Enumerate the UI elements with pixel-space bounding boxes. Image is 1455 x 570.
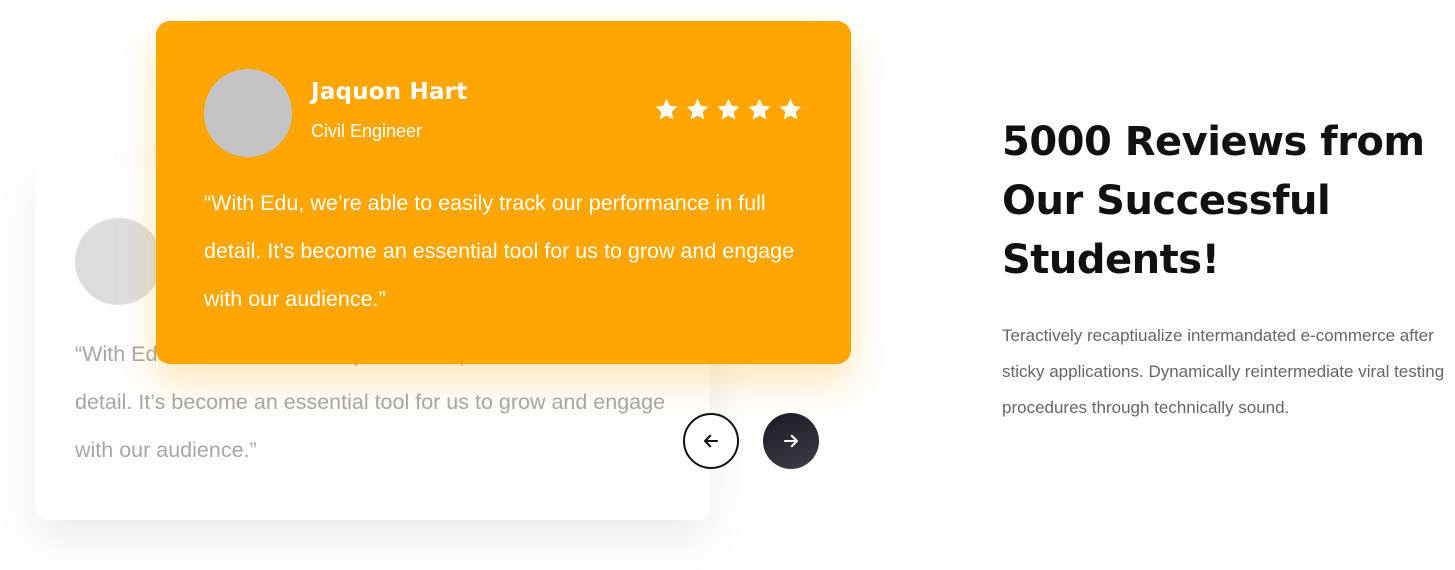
- reviewer-name: Jaquon Hart: [311, 79, 468, 105]
- star-icon: [779, 98, 802, 120]
- star-icon: [686, 98, 709, 120]
- testimonial-quote: “With Edu, we’re able to easily track ou…: [204, 191, 795, 311]
- reviewer-role: Civil Engineer: [311, 121, 423, 141]
- arrow-left-icon: [703, 434, 719, 448]
- star-rating: [654, 97, 803, 122]
- star-icon: [655, 98, 678, 120]
- prev-button[interactable]: [683, 413, 739, 469]
- section-description: Teractively recaptiualize intermandated …: [1002, 326, 1445, 417]
- star-icon: [717, 98, 740, 120]
- star-icon: [748, 98, 771, 120]
- avatar: [204, 69, 292, 157]
- testimonial-card-active: Jaquon Hart Civil Engineer “With Edu, we…: [156, 21, 851, 364]
- arrow-right-icon: [783, 434, 799, 448]
- next-button[interactable]: [763, 413, 819, 469]
- avatar: [75, 218, 162, 305]
- section-heading: 5000 Reviews from Our Successful Student…: [1002, 119, 1425, 283]
